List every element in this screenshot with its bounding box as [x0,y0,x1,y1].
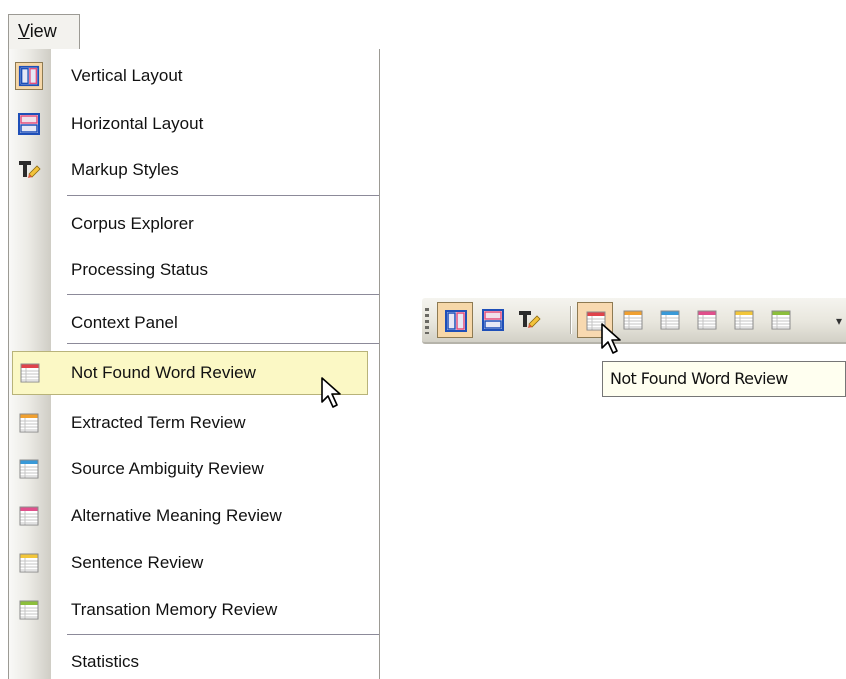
menu-item-label: Source Ambiguity Review [71,459,264,478]
menu-item-label: Alternative Meaning Review [71,506,282,525]
review-table-red-icon [18,361,42,385]
view-dropdown-menu: Vertical Layout Horizontal Layout Markup… [8,49,380,679]
review-table-yellow-icon [732,308,756,332]
review-table-orange-icon [17,411,41,435]
menu-separator [67,294,379,295]
menu-separator [67,634,379,635]
view-menu-title-rest: iew [29,21,57,41]
alternative-meaning-review-button[interactable] [689,302,725,338]
review-table-orange-icon [621,308,645,332]
menu-item-label: Corpus Explorer [71,214,194,233]
menu-item-alternative-meaning-review[interactable]: Alternative Meaning Review [9,494,379,538]
mouse-cursor-icon [320,376,344,410]
menu-separator [67,343,379,344]
mouse-cursor-icon [600,322,624,356]
review-table-pink-icon [695,308,719,332]
review-table-green-icon [17,598,41,622]
review-table-pink-icon [17,504,41,528]
review-table-blue-icon [658,308,682,332]
sentence-review-button[interactable] [726,302,762,338]
review-table-blue-icon [17,457,41,481]
translation-memory-review-button[interactable] [763,302,799,338]
menu-item-label: Transation Memory Review [71,600,278,619]
menu-item-corpus-explorer[interactable]: Corpus Explorer [9,202,379,246]
menu-item-markup-styles[interactable]: Markup Styles [9,148,379,192]
toolbar-grip-handle[interactable] [425,308,429,334]
vertical-layout-icon [15,62,43,90]
source-ambiguity-review-button[interactable] [652,302,688,338]
horizontal-layout-icon [481,308,505,332]
menu-item-label: Vertical Layout [71,66,183,85]
view-menu-accelerator: V [18,21,30,41]
menu-item-horizontal-layout[interactable]: Horizontal Layout [9,102,379,146]
view-toolbar: ▾ [422,298,846,344]
menu-item-label: Context Panel [71,313,178,332]
review-table-yellow-icon [17,551,41,575]
horizontal-layout-icon [17,112,41,136]
toolbar-overflow-chevron-icon[interactable]: ▾ [836,314,844,330]
vertical-layout-icon [444,309,468,333]
toolbar-separator [570,306,572,334]
tooltip: Not Found Word Review [602,361,846,397]
menu-item-label: Markup Styles [71,160,179,179]
markup-styles-button[interactable] [511,302,547,338]
menu-item-label: Processing Status [71,260,209,279]
menu-item-statistics[interactable]: Statistics [9,640,379,679]
menu-item-context-panel[interactable]: Context Panel [9,301,379,345]
horizontal-layout-button[interactable] [475,302,511,338]
menu-item-sentence-review[interactable]: Sentence Review [9,541,379,585]
vertical-layout-button[interactable] [437,302,473,338]
markup-styles-icon [517,308,541,332]
menu-item-source-ambiguity-review[interactable]: Source Ambiguity Review [9,447,379,491]
screenshot-root: View Vertical Layout Horizontal Layout M… [0,0,846,679]
menu-item-label: Sentence Review [71,553,204,572]
review-table-green-icon [769,308,793,332]
menu-item-vertical-layout[interactable]: Vertical Layout [9,54,379,98]
menu-item-processing-status[interactable]: Processing Status [9,248,379,292]
menu-item-label: Not Found Word Review [71,363,256,382]
menu-item-not-found-word-review[interactable]: Not Found Word Review [12,351,368,395]
menu-separator [67,195,379,196]
menu-item-transation-memory-review[interactable]: Transation Memory Review [9,588,379,632]
menu-item-label: Extracted Term Review [71,413,246,432]
menu-item-label: Horizontal Layout [71,114,204,133]
menu-item-label: Statistics [71,652,140,671]
markup-styles-icon [17,158,41,182]
view-menu-title[interactable]: View [8,14,80,50]
